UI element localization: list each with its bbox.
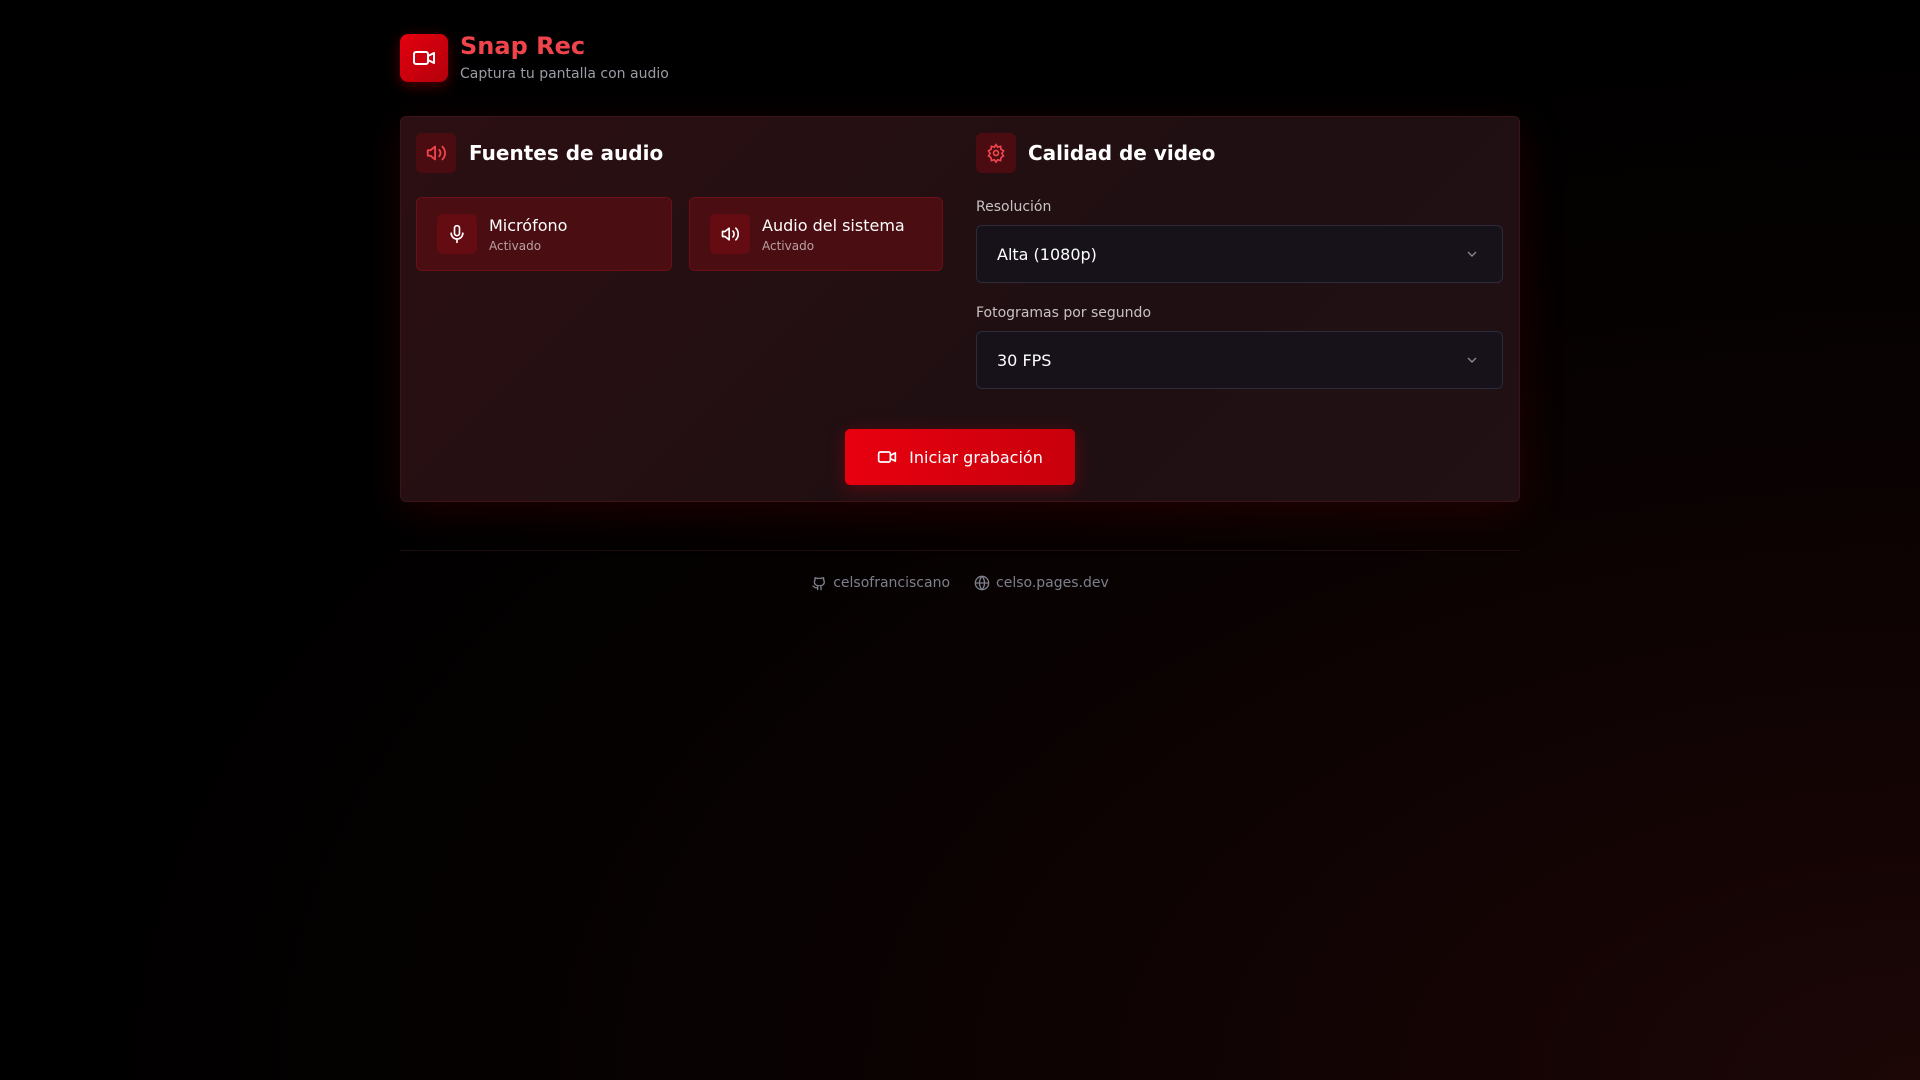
website-label: celso.pages.dev	[996, 575, 1109, 591]
video-quality-title: Calidad de video	[1028, 141, 1216, 165]
fps-select[interactable]: 30 FPS	[976, 331, 1503, 389]
footer-divider	[400, 550, 1520, 551]
source-microphone[interactable]: Micrófono Activado	[416, 197, 672, 271]
source-status: Activado	[762, 238, 815, 253]
resolution-value: Alta (1080p)	[997, 244, 1097, 264]
speaker-icon	[710, 214, 750, 254]
speaker-icon	[416, 133, 456, 173]
source-system-audio[interactable]: Audio del sistema Activado	[689, 197, 943, 271]
app-subtitle: Captura tu pantalla con audio	[460, 66, 669, 82]
github-link[interactable]: celsofranciscano	[811, 575, 950, 591]
github-label: celsofranciscano	[833, 575, 951, 591]
microphone-icon	[437, 214, 477, 254]
fps-value: 30 FPS	[997, 350, 1052, 370]
start-recording-button[interactable]: Iniciar grabación	[845, 429, 1075, 485]
app-title: Snap Rec	[460, 32, 586, 60]
app-logo	[400, 34, 448, 82]
fps-label: Fotogramas por segundo	[976, 305, 1152, 321]
video-camera-icon	[877, 451, 897, 463]
start-recording-label: Iniciar grabación	[909, 447, 1043, 467]
chevron-down-icon	[1467, 357, 1477, 363]
audio-sources-title: Fuentes de audio	[469, 141, 664, 165]
gear-icon	[976, 133, 1016, 173]
chevron-down-icon	[1467, 251, 1477, 257]
source-label: Micrófono	[489, 215, 568, 235]
source-label: Audio del sistema	[762, 215, 905, 235]
resolution-select[interactable]: Alta (1080p)	[976, 225, 1503, 283]
globe-icon	[974, 575, 990, 591]
source-status: Activado	[489, 238, 542, 253]
github-icon	[812, 577, 826, 591]
resolution-label: Resolución	[976, 199, 1052, 215]
website-link[interactable]: celso.pages.dev	[974, 575, 1109, 591]
video-camera-icon	[413, 51, 435, 65]
footer: celsofranciscano celso.pages.dev	[0, 575, 1920, 591]
